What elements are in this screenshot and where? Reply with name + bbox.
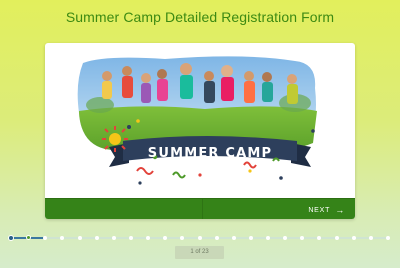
hero-image: SUMMER CAMP bbox=[45, 43, 355, 199]
progress-step-dot[interactable] bbox=[283, 236, 288, 240]
progress-step-dot[interactable] bbox=[94, 236, 99, 240]
progress-step-dot[interactable] bbox=[163, 236, 168, 240]
next-button[interactable]: NEXT → bbox=[308, 199, 345, 219]
next-button-label: NEXT bbox=[308, 207, 331, 214]
progress-step-dot[interactable] bbox=[248, 236, 253, 240]
progress-step-dot[interactable] bbox=[8, 235, 14, 241]
progress-step-dot[interactable] bbox=[351, 236, 356, 240]
progress-step-dot[interactable] bbox=[334, 236, 339, 240]
progress-step-dot[interactable] bbox=[386, 236, 390, 240]
progress-step-dot[interactable] bbox=[231, 236, 236, 240]
progress-step-dot[interactable] bbox=[197, 236, 202, 240]
form-card: SUMMER CAMP NEXT → bbox=[45, 43, 355, 219]
progress-step-dot[interactable] bbox=[180, 236, 185, 240]
progress-step-dot[interactable] bbox=[368, 236, 373, 240]
card-footer: NEXT → bbox=[45, 198, 355, 219]
progress-step-dot[interactable] bbox=[60, 236, 65, 240]
progress-step-dot[interactable] bbox=[266, 236, 271, 240]
progress-step-dot[interactable] bbox=[77, 236, 82, 240]
progress-step-dot[interactable] bbox=[300, 236, 305, 240]
form-title: Summer Camp Detailed Registration Form bbox=[65, 9, 335, 25]
footer-divider bbox=[202, 199, 203, 219]
progress-step-dot[interactable] bbox=[111, 236, 116, 240]
progress-step-dot[interactable] bbox=[146, 236, 151, 240]
progress-step-dot[interactable] bbox=[25, 235, 31, 240]
arrow-right-icon: → bbox=[335, 205, 345, 215]
progress-step-dot[interactable] bbox=[317, 236, 322, 240]
progress-step-dot[interactable] bbox=[128, 236, 133, 240]
banner-text: SUMMER CAMP bbox=[148, 146, 272, 161]
progress-step-dot[interactable] bbox=[214, 236, 219, 240]
page-indicator: 1 of 23 bbox=[175, 246, 224, 259]
progress-step-dot[interactable] bbox=[43, 236, 48, 240]
